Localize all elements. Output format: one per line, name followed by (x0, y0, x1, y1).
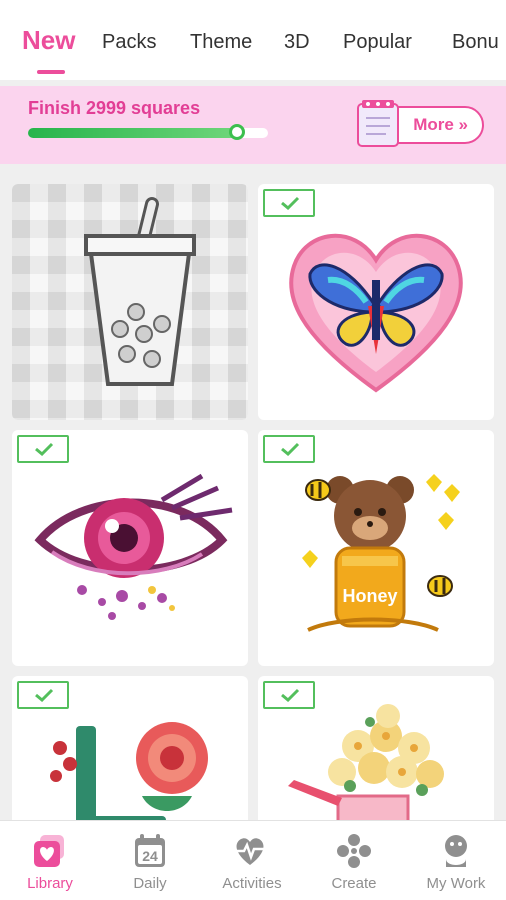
tab-new[interactable]: New (22, 20, 75, 60)
progress-knob (228, 124, 245, 140)
check-icon (35, 688, 54, 702)
nav-library[interactable]: Library (0, 821, 100, 900)
nav-label: Daily (133, 875, 167, 892)
create-icon (337, 834, 371, 868)
completed-badge (17, 681, 69, 709)
challenge-title: Finish 2999 squares (28, 98, 201, 118)
top-tab-bar: New Packs Theme 3D Popular Bonu (0, 0, 506, 80)
nav-create[interactable]: Create (304, 821, 404, 900)
library-icon (34, 835, 64, 867)
completed-badge (263, 681, 315, 709)
honey-jar-label: Honey (342, 586, 397, 606)
challenge-banner[interactable]: Finish 2999 squares More » (0, 86, 506, 164)
profile-icon (445, 835, 467, 867)
check-icon (35, 442, 54, 456)
pink-eye-artwork (34, 473, 233, 620)
tab-theme[interactable]: Theme (190, 22, 252, 62)
nav-label: My Work (426, 875, 486, 892)
butterfly-heart-artwork (289, 234, 463, 393)
nav-activities[interactable]: Activities (200, 821, 304, 900)
honey-bear-artwork: Honey (302, 474, 460, 632)
tab-3d[interactable]: 3D (284, 22, 310, 62)
nav-label: Activities (222, 875, 282, 892)
tab-popular[interactable]: Popular (343, 22, 412, 62)
heartbeat-icon (236, 838, 264, 865)
artwork-card-rose[interactable] (12, 676, 248, 820)
nav-label: Library (27, 875, 73, 892)
bubble-tea-artwork (12, 184, 248, 420)
completed-badge (263, 435, 315, 463)
artwork-card-pink-eye[interactable] (12, 430, 248, 666)
tab-bonus[interactable]: Bonu (452, 22, 499, 62)
check-icon (281, 442, 300, 456)
artwork-card-honey-bear[interactable]: Honey (258, 430, 494, 666)
completed-badge (17, 435, 69, 463)
more-button-label: More » (413, 115, 468, 134)
completed-badge (263, 189, 315, 217)
calendar-day: 24 (142, 848, 158, 864)
nav-daily[interactable]: 24 Daily (100, 821, 200, 900)
artwork-grid: Honey (0, 170, 506, 820)
artwork-card-bubble-tea[interactable] (12, 184, 248, 420)
check-icon (281, 196, 300, 210)
calendar-icon: 24 (135, 834, 165, 867)
challenge-progress-bar (28, 124, 268, 140)
bottom-navigation: Library 24 Daily Activities Create My Wo… (0, 820, 506, 900)
check-icon (281, 688, 300, 702)
progress-fill (28, 128, 237, 138)
artwork-card-flower-watering-can[interactable] (258, 676, 494, 820)
tab-packs[interactable]: Packs (102, 22, 156, 62)
artwork-card-butterfly-heart[interactable] (258, 184, 494, 420)
clipboard-icon (357, 100, 399, 147)
nav-label: Create (331, 875, 377, 892)
nav-my-work[interactable]: My Work (406, 821, 506, 900)
active-tab-indicator (37, 70, 65, 74)
